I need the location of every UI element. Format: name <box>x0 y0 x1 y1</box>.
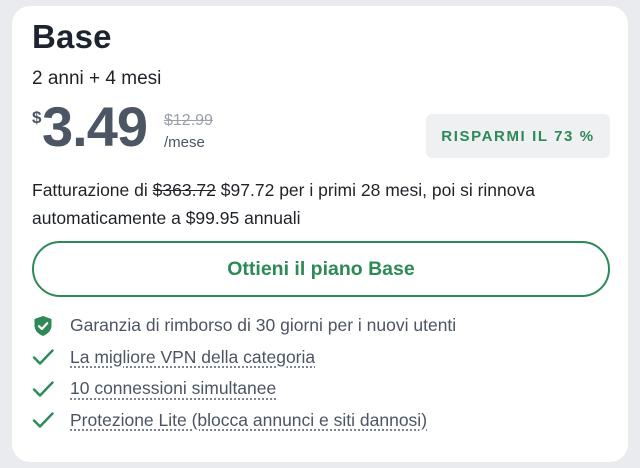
feature-text: Garanzia di rimborso di 30 giorni per i … <box>70 315 457 336</box>
feature-item-best-vpn: La migliore VPN della categoria <box>32 342 612 374</box>
feature-link[interactable]: 10 connessioni simultanee <box>70 378 276 399</box>
old-price: $12.99 <box>164 112 213 129</box>
price-period: /mese <box>164 134 205 151</box>
billing-new-total: $97.72 <box>220 180 275 200</box>
monthly-price: 3.49 <box>42 95 148 158</box>
pricing-card: Base 2 anni + 4 mesi $ 3.49 $12.99 /mese… <box>12 6 628 462</box>
feature-item-connections: 10 connessioni simultanee <box>32 373 612 405</box>
plan-name: Base <box>32 18 112 55</box>
feature-link[interactable]: Protezione Lite (blocca annunci e siti d… <box>70 410 427 431</box>
billing-old-total: $363.72 <box>152 180 216 200</box>
feature-item-protection-lite: Protezione Lite (blocca annunci e siti d… <box>32 405 612 437</box>
checkmark-icon <box>32 378 54 400</box>
currency-symbol: $ <box>32 108 42 127</box>
feature-list: Garanzia di rimborso di 30 giorni per i … <box>32 310 612 436</box>
feature-item-money-back: Garanzia di rimborso di 30 giorni per i … <box>32 310 612 342</box>
plan-duration: 2 anni + 4 mesi <box>32 68 162 89</box>
checkmark-icon <box>32 346 54 368</box>
billing-info: Fatturazione di $363.72 $97.72 per i pri… <box>32 176 592 232</box>
checkmark-icon <box>32 409 54 431</box>
get-plan-button[interactable]: Ottieni il piano Base <box>32 241 610 297</box>
billing-prefix: Fatturazione di <box>32 180 148 200</box>
savings-badge: RISPARMI IL 73 % <box>426 114 610 158</box>
feature-link[interactable]: La migliore VPN della categoria <box>70 347 315 368</box>
shield-check-icon <box>32 315 54 337</box>
